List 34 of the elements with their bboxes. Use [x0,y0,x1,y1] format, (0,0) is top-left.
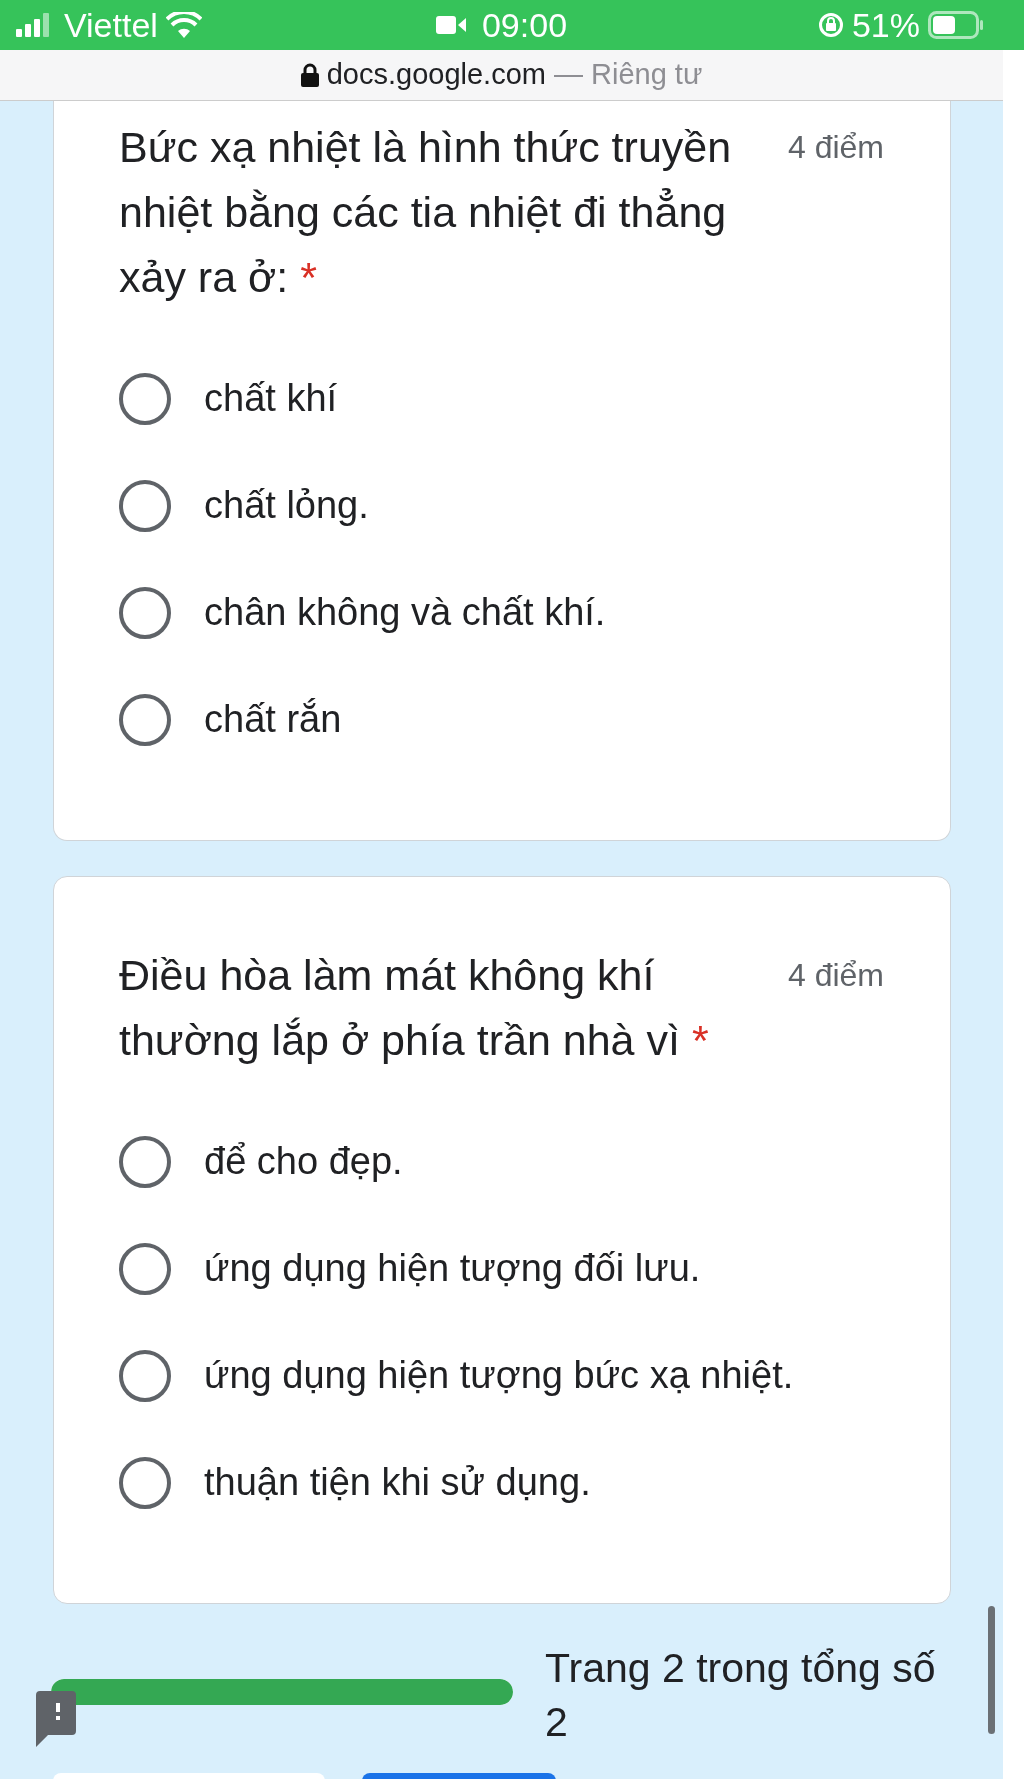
feedback-icon[interactable] [36,1691,76,1749]
privacy-label: — Riêng tư [553,57,703,93]
radio-button[interactable] [119,586,171,639]
points-label: 4 điểm [787,956,884,995]
option-label[interactable]: chất rắn [204,691,342,748]
scrollbar-thumb[interactable] [988,1606,995,1734]
points-label: 4 điểm [787,128,884,167]
radio-button[interactable] [119,693,171,746]
domain-text: docs.google.com [326,57,546,93]
carrier-name: Viettel [64,4,158,46]
question-text: Điều hòa làm mát không khí thường lắp ở phía trần nhà vì * [119,950,710,1066]
radio-button[interactable] [119,372,171,425]
lock-icon [300,63,319,87]
question-text: Bức xạ nhiệt là hình thức truyền nhiệt bằng các tia nhiệt đi thẳng xảy ra ở: * [119,122,733,303]
option-label[interactable]: chất lỏng. [204,477,369,534]
radio-button[interactable] [119,479,171,532]
wifi-icon [165,12,202,38]
radio-button[interactable] [119,1242,171,1295]
page-indicator: Trang 2 trong tổng số 2 [545,1644,937,1747]
option-label[interactable]: để cho đẹp. [204,1133,403,1190]
option-label[interactable]: thuận tiện khi sử dụng. [204,1454,591,1511]
radio-button[interactable] [119,1135,171,1188]
radio-button[interactable] [119,1456,171,1509]
radio-button[interactable] [119,1349,171,1402]
rotation-lock-icon [817,12,844,38]
option-label[interactable]: chân không và chất khí. [204,584,606,641]
option-label[interactable]: ứng dụng hiện tượng bức xạ nhiệt. [204,1347,794,1404]
address-bar[interactable]: docs.google.com — Riêng tư [0,50,1003,101]
clock-time: 09:00 [481,4,568,46]
battery-icon [928,11,984,39]
battery-percent: 51% [851,4,920,46]
option-label[interactable]: ứng dụng hiện tượng đối lưu. [204,1240,701,1297]
option-label[interactable]: chất khí [204,370,338,427]
video-camera-icon [435,15,466,35]
